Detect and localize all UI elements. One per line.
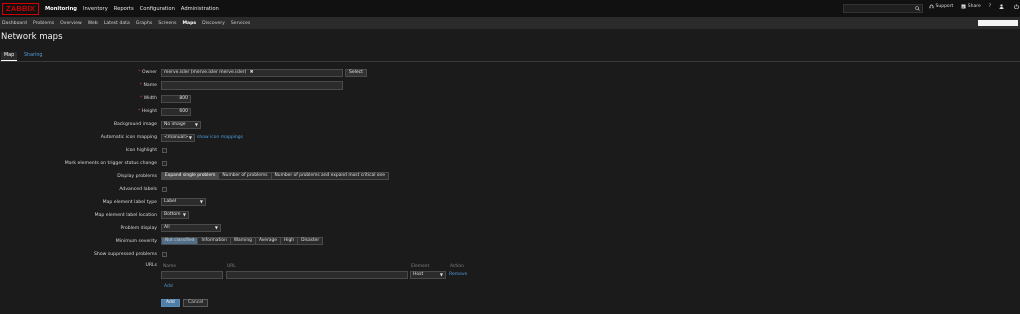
submenu-discovery[interactable]: Discovery	[202, 21, 225, 26]
suppressed-problems-checkbox[interactable]	[162, 252, 167, 257]
cancel-button[interactable]: Cancel	[183, 299, 209, 307]
url-name-input[interactable]	[161, 271, 223, 279]
menu-configuration[interactable]: Configuration	[140, 6, 175, 12]
page-title: Network maps	[1, 32, 63, 42]
owner-label: * Owner	[138, 70, 157, 75]
urls-header-action: Action	[450, 264, 464, 269]
url-remove-link[interactable]: Remove	[449, 272, 467, 277]
urls-header-url: URL	[227, 264, 236, 269]
power-icon	[1013, 4, 1019, 9]
icon-mapping-label: Automatic icon mapping	[100, 135, 157, 140]
name-input[interactable]	[161, 81, 343, 90]
owner-multiselect[interactable]: merve.isler (merve.isler merve.isler) ✖	[161, 69, 343, 77]
svg-text:Z: Z	[963, 5, 965, 9]
display-problems-number-expand[interactable]: Number of problems and expand most criti…	[270, 172, 389, 180]
label-type-label: Map element label type	[102, 200, 157, 205]
menu-administration[interactable]: Administration	[181, 6, 219, 12]
minimum-severity-label: Minimum severity	[115, 239, 157, 244]
submenu-overview[interactable]: Overview	[60, 21, 82, 26]
minimum-severity-radio: Not classified Information Warning Avera…	[161, 237, 324, 245]
share-label: Share	[967, 4, 981, 9]
kiosk-mode-box[interactable]	[978, 20, 1018, 26]
height-input[interactable]: 600	[161, 108, 191, 116]
icon-highlight-checkbox[interactable]	[162, 148, 167, 153]
width-label: * Width	[139, 96, 157, 101]
display-problems-label: Display problems	[117, 174, 157, 179]
urls-label: URLs	[145, 263, 157, 268]
support-icon	[929, 4, 934, 9]
main-menu: Monitoring Inventory Reports Configurati…	[45, 6, 225, 12]
sub-menu: Dashboard Problems Overview Web Latest d…	[0, 17, 1020, 29]
tab-sharing[interactable]: Sharing	[21, 52, 45, 61]
help-icon: ?	[988, 4, 992, 9]
form-tabs: Map Sharing	[0, 51, 1020, 62]
severity-warning[interactable]: Warning	[229, 237, 256, 245]
label-location-select[interactable]: Bottom	[161, 211, 189, 219]
owner-remove-icon[interactable]: ✖	[250, 70, 254, 75]
display-problems-radio: Expand single problem Number of problems…	[161, 172, 389, 180]
menu-monitoring[interactable]: Monitoring	[45, 6, 77, 12]
label-location-label: Map element label location	[94, 213, 157, 218]
severity-high[interactable]: High	[279, 237, 299, 245]
height-label: * Height	[138, 109, 157, 114]
owner-value: merve.isler (merve.isler merve.isler)	[164, 70, 247, 75]
urls-header-element: Element	[411, 264, 430, 269]
search-input[interactable]	[843, 4, 923, 13]
search-icon[interactable]	[915, 6, 920, 11]
width-input[interactable]: 800	[161, 95, 191, 103]
display-problems-number[interactable]: Number of problems	[218, 172, 272, 180]
severity-average[interactable]: Average	[254, 237, 281, 245]
support-label: Support	[935, 4, 954, 9]
url-element-select[interactable]: Host	[410, 271, 446, 279]
zabbix-logo[interactable]: ZABBIX	[2, 2, 39, 15]
advanced-labels-checkbox[interactable]	[162, 187, 167, 192]
background-image-select[interactable]: No image	[161, 121, 201, 129]
submenu-services[interactable]: Services	[231, 21, 250, 26]
submenu-web[interactable]: Web	[88, 21, 98, 26]
submenu-screens[interactable]: Screens	[158, 21, 176, 26]
icon-mapping-select[interactable]: <manual>	[161, 134, 195, 142]
label-type-select[interactable]: Label	[161, 198, 206, 206]
url-add-link[interactable]: Add	[164, 284, 173, 289]
submenu-graphs[interactable]: Graphs	[136, 21, 152, 26]
user-profile-link[interactable]	[999, 4, 1006, 9]
top-navigation-bar: ZABBIX Monitoring Inventory Reports Conf…	[0, 0, 1020, 17]
show-icon-mappings-link[interactable]: show icon mappings	[197, 135, 243, 140]
support-link[interactable]: Support	[929, 4, 953, 9]
severity-not-classified[interactable]: Not classified	[161, 237, 199, 245]
share-link[interactable]: Z Share	[961, 4, 981, 9]
user-icon	[999, 4, 1004, 9]
submenu-latest-data[interactable]: Latest data	[104, 21, 130, 26]
icon-highlight-label: Icon highlight	[125, 148, 157, 153]
mark-elements-checkbox[interactable]	[162, 161, 167, 166]
urls-header-name: Name	[163, 264, 176, 269]
help-link[interactable]: ?	[989, 4, 991, 9]
map-form: * Owner merve.isler (merve.isler merve.i…	[0, 63, 1020, 314]
mark-elements-label: Mark elements on trigger status change	[64, 161, 157, 166]
problem-display-select[interactable]: All	[161, 224, 221, 232]
sign-out-link[interactable]	[1013, 4, 1020, 9]
severity-disaster[interactable]: Disaster	[297, 237, 324, 245]
top-right-actions: Support Z Share ?	[929, 4, 1020, 9]
advanced-labels-label: Advanced labels	[119, 187, 157, 192]
menu-inventory[interactable]: Inventory	[83, 6, 108, 12]
owner-select-button[interactable]: Select	[345, 69, 367, 77]
url-input[interactable]	[226, 271, 408, 279]
submenu-problems[interactable]: Problems	[33, 21, 54, 26]
add-button[interactable]: Add	[161, 299, 180, 307]
submenu-dashboard[interactable]: Dashboard	[2, 21, 27, 26]
share-icon: Z	[961, 4, 966, 9]
background-image-label: Background image	[113, 122, 157, 127]
submenu-maps[interactable]: Maps	[182, 21, 196, 26]
display-problems-expand-single[interactable]: Expand single problem	[161, 172, 220, 180]
problem-display-label: Problem display	[120, 226, 157, 231]
tab-map[interactable]: Map	[1, 52, 18, 61]
severity-information[interactable]: Information	[197, 237, 231, 245]
menu-reports[interactable]: Reports	[114, 6, 134, 12]
suppressed-problems-label: Show suppressed problems	[94, 252, 157, 257]
name-label: * Name	[139, 83, 157, 88]
